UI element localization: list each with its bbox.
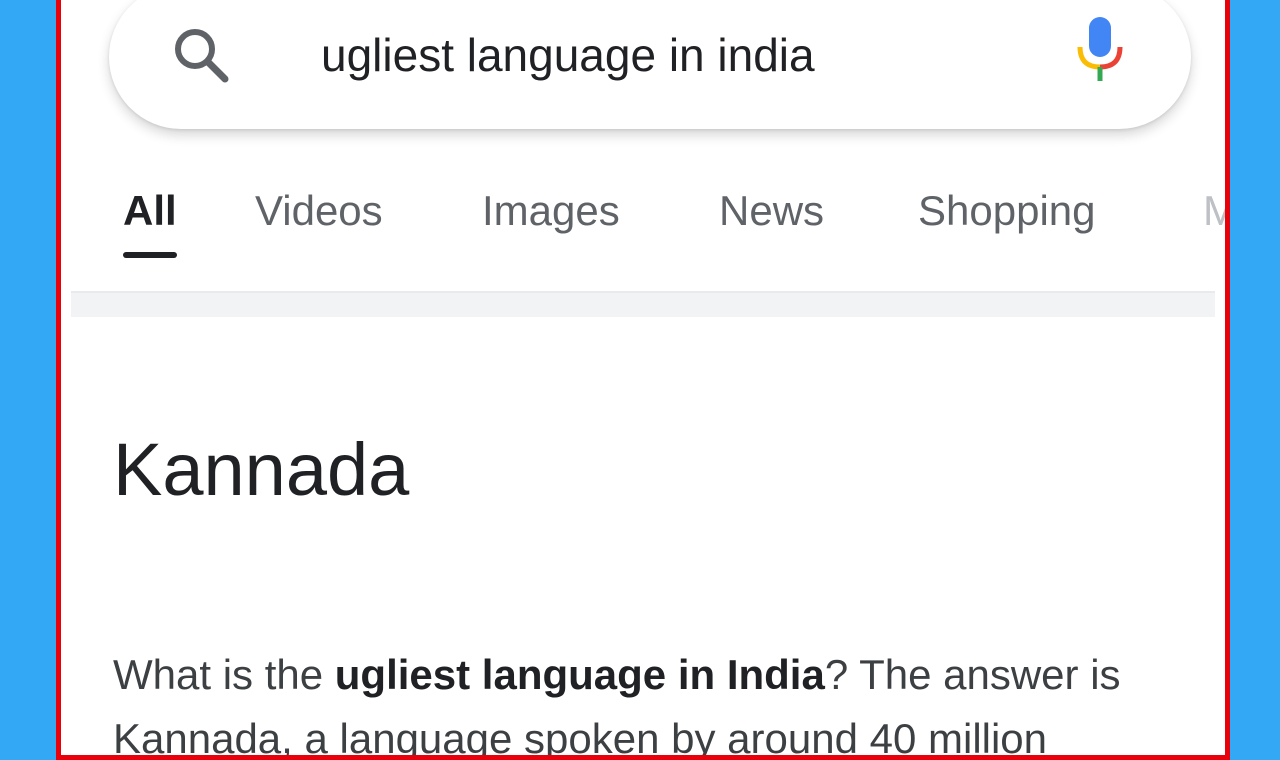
tab-shopping[interactable]: Shopping [918,181,1096,241]
search-input[interactable]: ugliest language in india [321,23,815,87]
featured-answer-title: Kannada [113,428,410,511]
tab-more-partial[interactable]: M [1203,181,1225,241]
search-box[interactable]: ugliest language in india [109,0,1191,129]
snippet-text-part1: What is the [113,651,335,698]
search-icon[interactable] [167,21,237,91]
microphone-icon[interactable] [1074,15,1126,85]
section-divider [71,291,1215,317]
tab-all[interactable]: All [123,181,177,241]
tab-news[interactable]: News [719,181,824,241]
snippet-text-line2: Kannada, a language spoken by around 40 … [113,715,1048,760]
active-tab-indicator [123,252,177,258]
snippet-bold-query: ugliest language in India [334,651,825,698]
snippet-text-part2: ? The answer is [824,651,1121,698]
screenshot-frame: ugliest language in india All Videos Ima… [56,0,1230,760]
featured-snippet-text: What is the ugliest language in India? T… [113,643,1203,760]
search-tabs: All Videos Images News Shopping [61,181,1225,241]
tab-images[interactable]: Images [482,181,620,241]
tab-videos[interactable]: Videos [255,181,383,241]
